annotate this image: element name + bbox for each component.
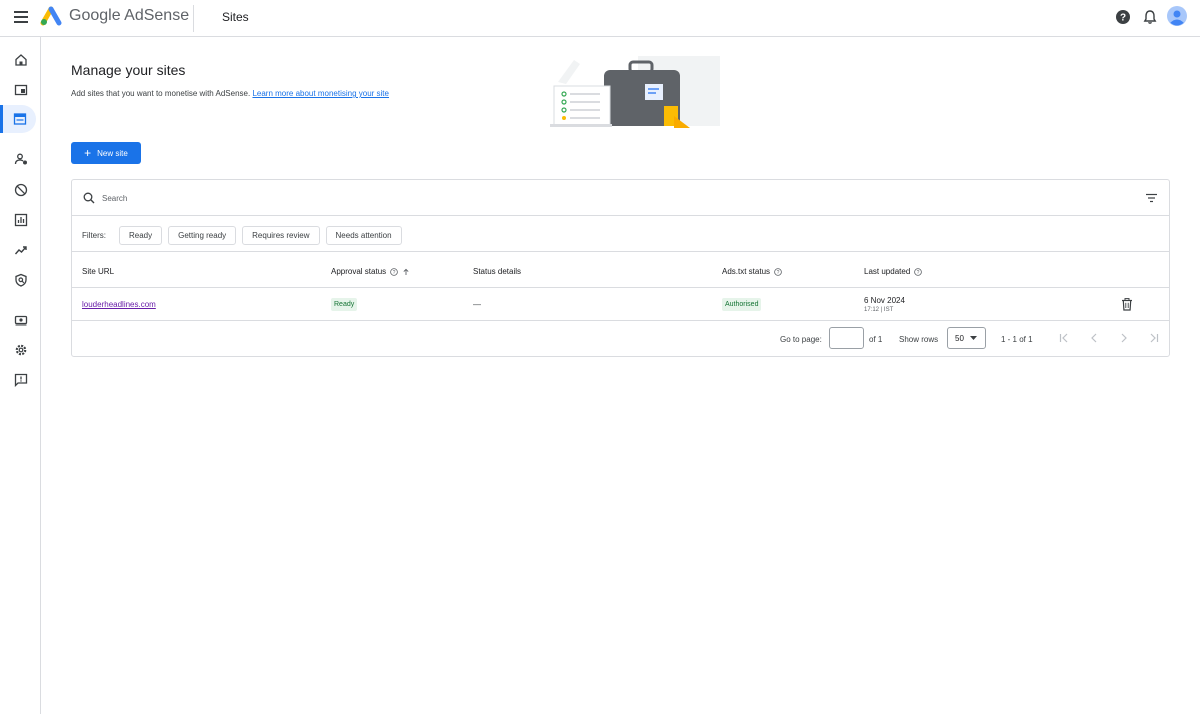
arrow-upward-icon[interactable] <box>402 268 410 276</box>
table-header: Site URL Approval status ? Status detail… <box>72 252 1169 288</box>
column-status-details-label: Status details <box>473 267 522 276</box>
column-site-url-label: Site URL <box>82 267 115 276</box>
feedback-icon <box>14 373 28 387</box>
nav-payments[interactable] <box>7 306 35 334</box>
nav-sites[interactable] <box>0 105 36 133</box>
filter-chip-requires-review[interactable]: Requires review <box>242 226 320 245</box>
pagination-range: 1 - 1 of 1 <box>1001 335 1033 344</box>
ads-icon <box>14 84 28 96</box>
nav-reports[interactable] <box>7 206 35 234</box>
nav-settings[interactable] <box>7 336 35 364</box>
column-last-updated[interactable]: Last updated ? <box>864 267 923 276</box>
reports-icon <box>14 213 28 227</box>
svg-text:?: ? <box>917 269 920 275</box>
main-content: Manage your sites Add sites that you wan… <box>41 37 1200 714</box>
blocking-controls-icon <box>14 183 28 197</box>
home-icon <box>15 54 27 66</box>
sites-icon <box>13 113 26 125</box>
help-outline-icon[interactable]: ? <box>390 267 398 276</box>
column-approval-status[interactable]: Approval status ? <box>331 267 410 276</box>
status-details-value: — <box>473 300 481 309</box>
brand-google: Google <box>69 7 121 24</box>
arrow-drop-down-icon <box>969 336 977 340</box>
column-approval-status-label: Approval status <box>331 267 387 276</box>
svg-text:?: ? <box>393 269 396 275</box>
approval-status-badge: Ready <box>331 298 358 311</box>
filters-label: Filters: <box>82 231 106 240</box>
divider <box>193 5 194 32</box>
site-url-link[interactable]: louderheadlines.com <box>82 300 156 309</box>
plus-icon: + <box>84 146 92 160</box>
svg-text:?: ? <box>777 269 780 275</box>
rows-per-page-value: 50 <box>955 333 964 343</box>
help-outline-icon[interactable]: ? <box>914 267 923 276</box>
subtitle-text: Add sites that you want to monetise with… <box>71 89 251 98</box>
page-title: Sites <box>222 10 249 24</box>
brand-safety-icon <box>15 273 27 287</box>
page-subtitle: Add sites that you want to monetise with… <box>71 89 389 98</box>
last-updated-time: 17:12 | IST <box>864 307 894 313</box>
go-to-page-input[interactable] <box>829 327 864 349</box>
ads-txt-status-badge: Authorised <box>722 298 762 311</box>
column-ads-txt-status-label: Ads.txt status <box>722 267 771 276</box>
privacy-messaging-icon <box>14 153 27 165</box>
page-count: of 1 <box>869 335 883 344</box>
column-last-updated-label: Last updated <box>864 267 911 276</box>
nav-feedback[interactable] <box>7 366 35 394</box>
sites-table-card: Filters: Ready Getting ready Requires re… <box>71 179 1170 357</box>
last-page-icon[interactable] <box>1148 332 1160 344</box>
page-heading: Manage your sites <box>71 62 186 78</box>
new-site-label: New site <box>97 148 128 158</box>
filter-list-icon[interactable] <box>1145 192 1158 204</box>
filter-chip-ready[interactable]: Ready <box>119 226 163 245</box>
brand-name[interactable]: Google AdSense <box>69 7 189 25</box>
show-rows-label: Show rows <box>899 335 939 344</box>
menu-icon[interactable] <box>14 11 28 23</box>
filter-chip-getting-ready[interactable]: Getting ready <box>168 226 237 245</box>
sites-illustration <box>550 56 720 128</box>
filter-chips: Ready Getting ready Requires review Need… <box>119 226 402 245</box>
nav-brand-safety[interactable] <box>7 266 35 294</box>
help-icon[interactable]: ? <box>1115 9 1131 25</box>
nav-home[interactable] <box>7 46 35 74</box>
side-navigation <box>0 37 41 714</box>
filter-chip-needs-attention[interactable]: Needs attention <box>325 226 402 245</box>
nav-optimisation[interactable] <box>7 236 35 264</box>
go-to-page-label: Go to page: <box>780 335 822 344</box>
previous-page-icon[interactable] <box>1088 332 1100 344</box>
table-row: louderheadlines.com Ready — Authorised 6… <box>72 288 1169 321</box>
search-input[interactable] <box>102 190 502 206</box>
help-outline-icon[interactable]: ? <box>774 267 782 276</box>
top-app-bar: Google AdSense Sites ? <box>0 0 1200 37</box>
new-site-button[interactable]: + New site <box>71 142 141 164</box>
nav-ads[interactable] <box>7 76 35 104</box>
nav-blocking-controls[interactable] <box>7 176 35 204</box>
payments-icon <box>14 315 28 326</box>
first-page-icon[interactable] <box>1058 332 1070 344</box>
optimisation-icon <box>14 246 27 255</box>
pagination: Go to page: of 1 Show rows 50 1 - 1 of 1 <box>72 321 1169 357</box>
nav-privacy-messaging[interactable] <box>7 145 35 173</box>
column-ads-txt-status: Ads.txt status ? <box>722 267 782 276</box>
filters-row: Filters: Ready Getting ready Requires re… <box>72 216 1169 252</box>
rows-per-page-select[interactable]: 50 <box>947 327 986 349</box>
column-site-url[interactable]: Site URL <box>82 267 114 276</box>
svg-text:?: ? <box>1120 13 1126 24</box>
column-status-details: Status details <box>473 267 521 276</box>
next-page-icon[interactable] <box>1118 332 1130 344</box>
account-avatar[interactable] <box>1167 6 1187 26</box>
settings-icon <box>15 344 27 356</box>
search-icon <box>83 192 95 204</box>
adsense-logo-icon <box>40 6 62 26</box>
notifications-icon[interactable] <box>1142 9 1158 25</box>
last-updated-date: 6 Nov 2024 <box>864 296 905 305</box>
search-bar <box>72 180 1169 216</box>
delete-icon[interactable] <box>1121 298 1133 311</box>
learn-more-link[interactable]: Learn more about monetising your site <box>252 89 389 98</box>
brand-product: AdSense <box>124 7 190 24</box>
